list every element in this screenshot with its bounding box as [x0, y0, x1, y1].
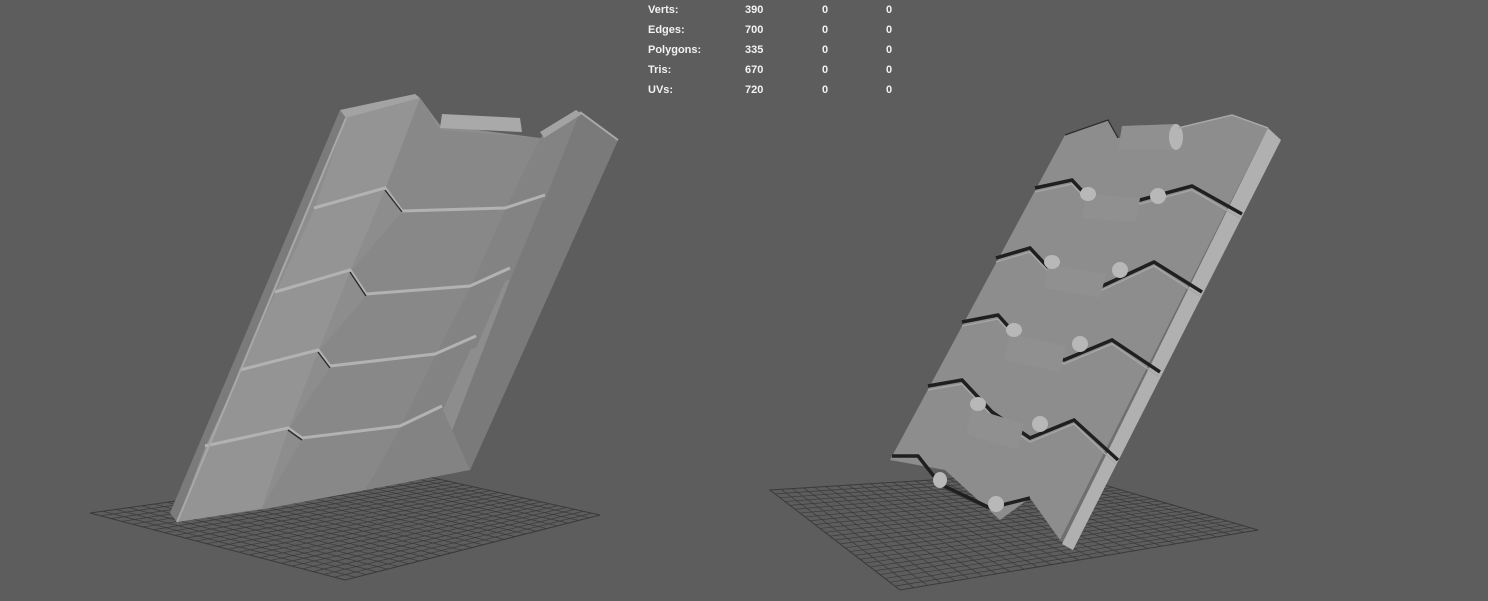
poly-count-hud: Verts: 390 0 0 Edges: 700 0 0 Polygons: …: [648, 0, 908, 100]
hud-value: 390: [745, 4, 764, 16]
hud-value: 0: [822, 4, 829, 16]
hud-value: 0: [822, 64, 829, 76]
hud-value: 0: [886, 64, 893, 76]
hud-row-edges: Edges: 700 0 0: [648, 20, 908, 40]
hud-value: 0: [886, 84, 893, 96]
hud-value: 700: [745, 24, 764, 36]
tread-lug: [1118, 124, 1183, 150]
hud-label: Polygons:: [648, 44, 702, 56]
3d-viewport[interactable]: Verts: 390 0 0 Edges: 700 0 0 Polygons: …: [0, 0, 1488, 601]
hud-value: 0: [822, 24, 829, 36]
hud-value: 335: [745, 44, 764, 56]
hud-value: 0: [886, 44, 893, 56]
hud-row-verts: Verts: 390 0 0: [648, 0, 908, 20]
hud-value: 720: [745, 84, 764, 96]
hud-label: UVs:: [648, 84, 674, 96]
hud-label: Edges:: [648, 24, 685, 36]
hud-label: Tris:: [648, 64, 672, 76]
hud-row-uvs: UVs: 720 0 0: [648, 80, 908, 100]
hud-row-polygons: Polygons: 335 0 0: [648, 40, 908, 60]
hud-value: 0: [886, 4, 893, 16]
hud-row-tris: Tris: 670 0 0: [648, 60, 908, 80]
hud-value: 0: [822, 84, 829, 96]
hud-value: 0: [886, 24, 893, 36]
grid-line: [859, 511, 1198, 560]
tread-mesh-left[interactable]: [170, 94, 619, 523]
grid-line: [249, 497, 525, 556]
hud-value: 0: [822, 44, 829, 56]
hud-label: Verts:: [648, 4, 679, 16]
hud-value: 670: [745, 64, 764, 76]
